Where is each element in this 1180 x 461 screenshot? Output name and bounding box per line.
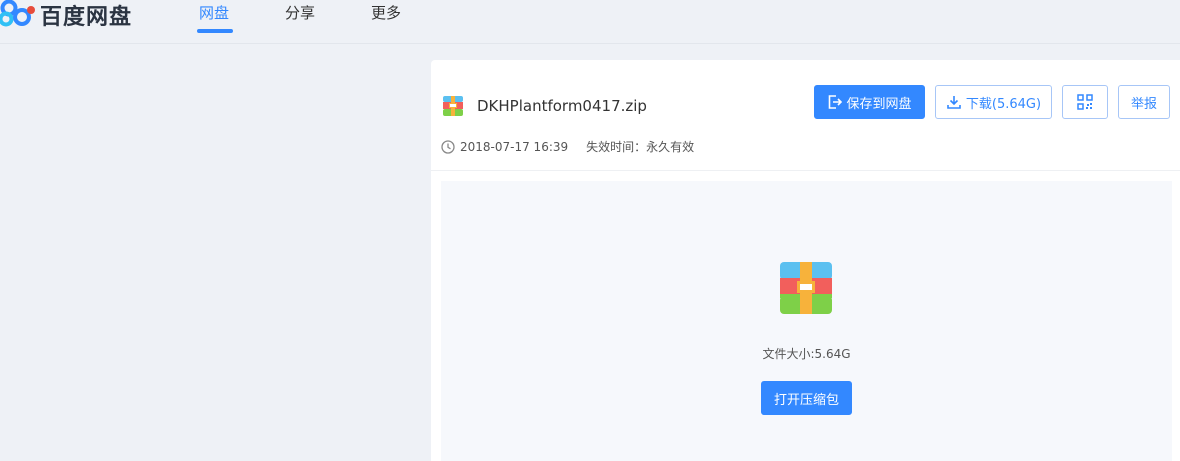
download-icon [947, 96, 961, 109]
active-tab-indicator [197, 29, 233, 33]
tab-share[interactable]: 分享 [285, 2, 315, 23]
top-navigation-bar: 百度网盘 网盘 分享 更多 [0, 0, 1180, 44]
tab-more[interactable]: 更多 [371, 2, 401, 23]
file-size-text: 文件大小:5.64G [762, 347, 851, 361]
file-name: DKHPlantform0417.zip [477, 97, 647, 115]
cloud-logo-icon [0, 0, 35, 27]
open-archive-button[interactable]: 打开压缩包 [761, 381, 852, 415]
save-icon [829, 95, 843, 109]
expiry-text: 失效时间：永久有效 [586, 140, 695, 154]
download-button-label: 下载(5.64G) [965, 96, 1042, 112]
tab-netdisk[interactable]: 网盘 [199, 2, 229, 23]
report-button-label: 举报 [1130, 96, 1157, 112]
download-button[interactable]: 下载(5.64G) [935, 85, 1052, 119]
file-meta-row: 2018-07-17 16:39 失效时间：永久有效 [441, 138, 694, 155]
qrcode-button[interactable] [1062, 85, 1108, 119]
file-title-row: DKHPlantform0417.zip [443, 96, 647, 116]
header-divider [431, 170, 1180, 171]
zip-archive-icon [780, 262, 832, 314]
report-button[interactable]: 举报 [1118, 85, 1170, 119]
save-to-netdisk-button[interactable]: 保存到网盘 [814, 85, 925, 119]
baidu-netdisk-logo[interactable]: 百度网盘 [0, 0, 132, 30]
zip-file-small-icon [443, 96, 463, 116]
share-file-card: DKHPlantform0417.zip 2018-07-17 16:39 失效… [431, 60, 1180, 461]
clock-icon [441, 139, 455, 154]
archive-preview-panel: 文件大小:5.64G 打开压缩包 [441, 181, 1172, 461]
save-button-label: 保存到网盘 [846, 96, 912, 112]
qrcode-icon [1077, 94, 1093, 110]
share-date: 2018-07-17 16:39 [460, 139, 569, 154]
logo-text: 百度网盘 [40, 5, 133, 30]
